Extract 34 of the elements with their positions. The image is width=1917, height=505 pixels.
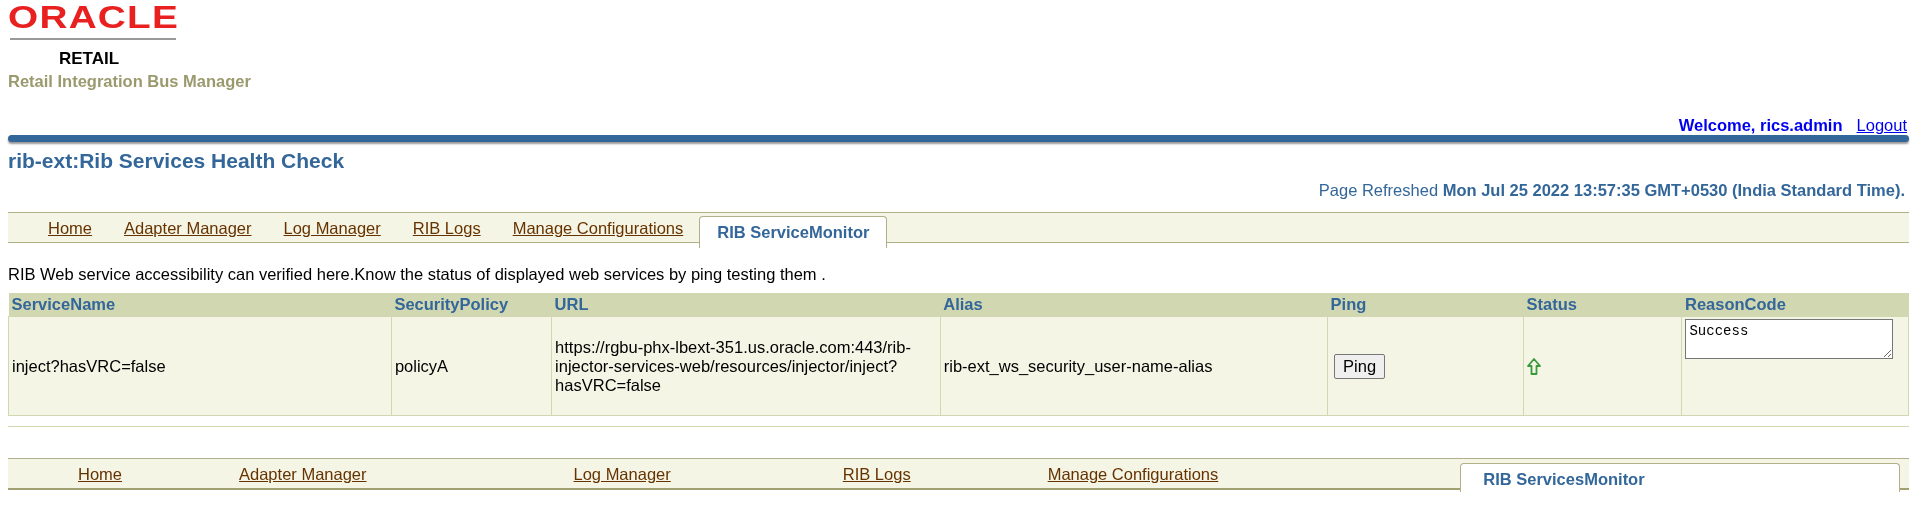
nav-tab[interactable]: RIB Logs	[396, 219, 497, 242]
nav-tab[interactable]: Manage Configurations	[1047, 465, 1219, 488]
column-header: ReasonCode	[1681, 293, 1909, 317]
table-cell: rib-ext_ws_security_user-name-alias	[940, 316, 1328, 416]
nav-tab[interactable]: Log Manager	[267, 219, 397, 242]
nav-tab[interactable]: Adapter Manager	[108, 219, 268, 242]
table-cell: policyA	[391, 316, 552, 416]
table-cell: https://rgbu-phx-lbext-351.us.oracle.com:443/rib-injector-services-web/resources/injector/inject?hasVRC=false	[551, 316, 941, 416]
column-header: Alias	[940, 293, 1328, 317]
table-cell: inject?hasVRC=false	[8, 316, 392, 416]
oracle-logo: ORACLE	[8, 2, 180, 34]
ping-button[interactable]: Ping	[1334, 353, 1386, 379]
reason-code-field[interactable]: Success	[1685, 319, 1894, 359]
welcome-text: Welcome, rics.admin	[1678, 116, 1843, 135]
retail-logo-text: RETAIL	[59, 48, 120, 70]
nav-tab[interactable]: RIB ServiceMonitor	[699, 216, 888, 248]
column-header: Ping	[1327, 293, 1524, 317]
page-title: rib-ext:Rib Services Health Check	[8, 149, 346, 173]
nav-tab[interactable]: Home	[32, 219, 108, 242]
nav-tab[interactable]: RIB Logs	[842, 465, 911, 488]
column-header: URL	[551, 293, 941, 317]
column-header: ServiceName	[8, 293, 392, 317]
description-text: RIB Web service accessibility can verified here.Know the status of displayed web services by ping testing them .	[8, 265, 827, 284]
column-header: SecurityPolicy	[391, 293, 552, 317]
nav-tab[interactable]: Adapter Manager	[239, 465, 367, 488]
nav-tab[interactable]: RIB ServicesMonitor	[1460, 463, 1901, 492]
nav-tab[interactable]: Log Manager	[573, 465, 671, 488]
nav-tab[interactable]: Home	[78, 465, 122, 488]
column-header: Status	[1523, 293, 1682, 317]
nav-tab[interactable]: Manage Configurations	[496, 219, 700, 242]
refresh-label: Page Refreshed	[1318, 181, 1439, 199]
logout-link[interactable]: Logout	[1856, 116, 1907, 135]
app-name: Retail Integration Bus Manager	[8, 71, 252, 92]
refresh-time: Mon Jul 25 2022 13:57:35 GMT+0530 (India Standard Time).	[1442, 181, 1905, 199]
